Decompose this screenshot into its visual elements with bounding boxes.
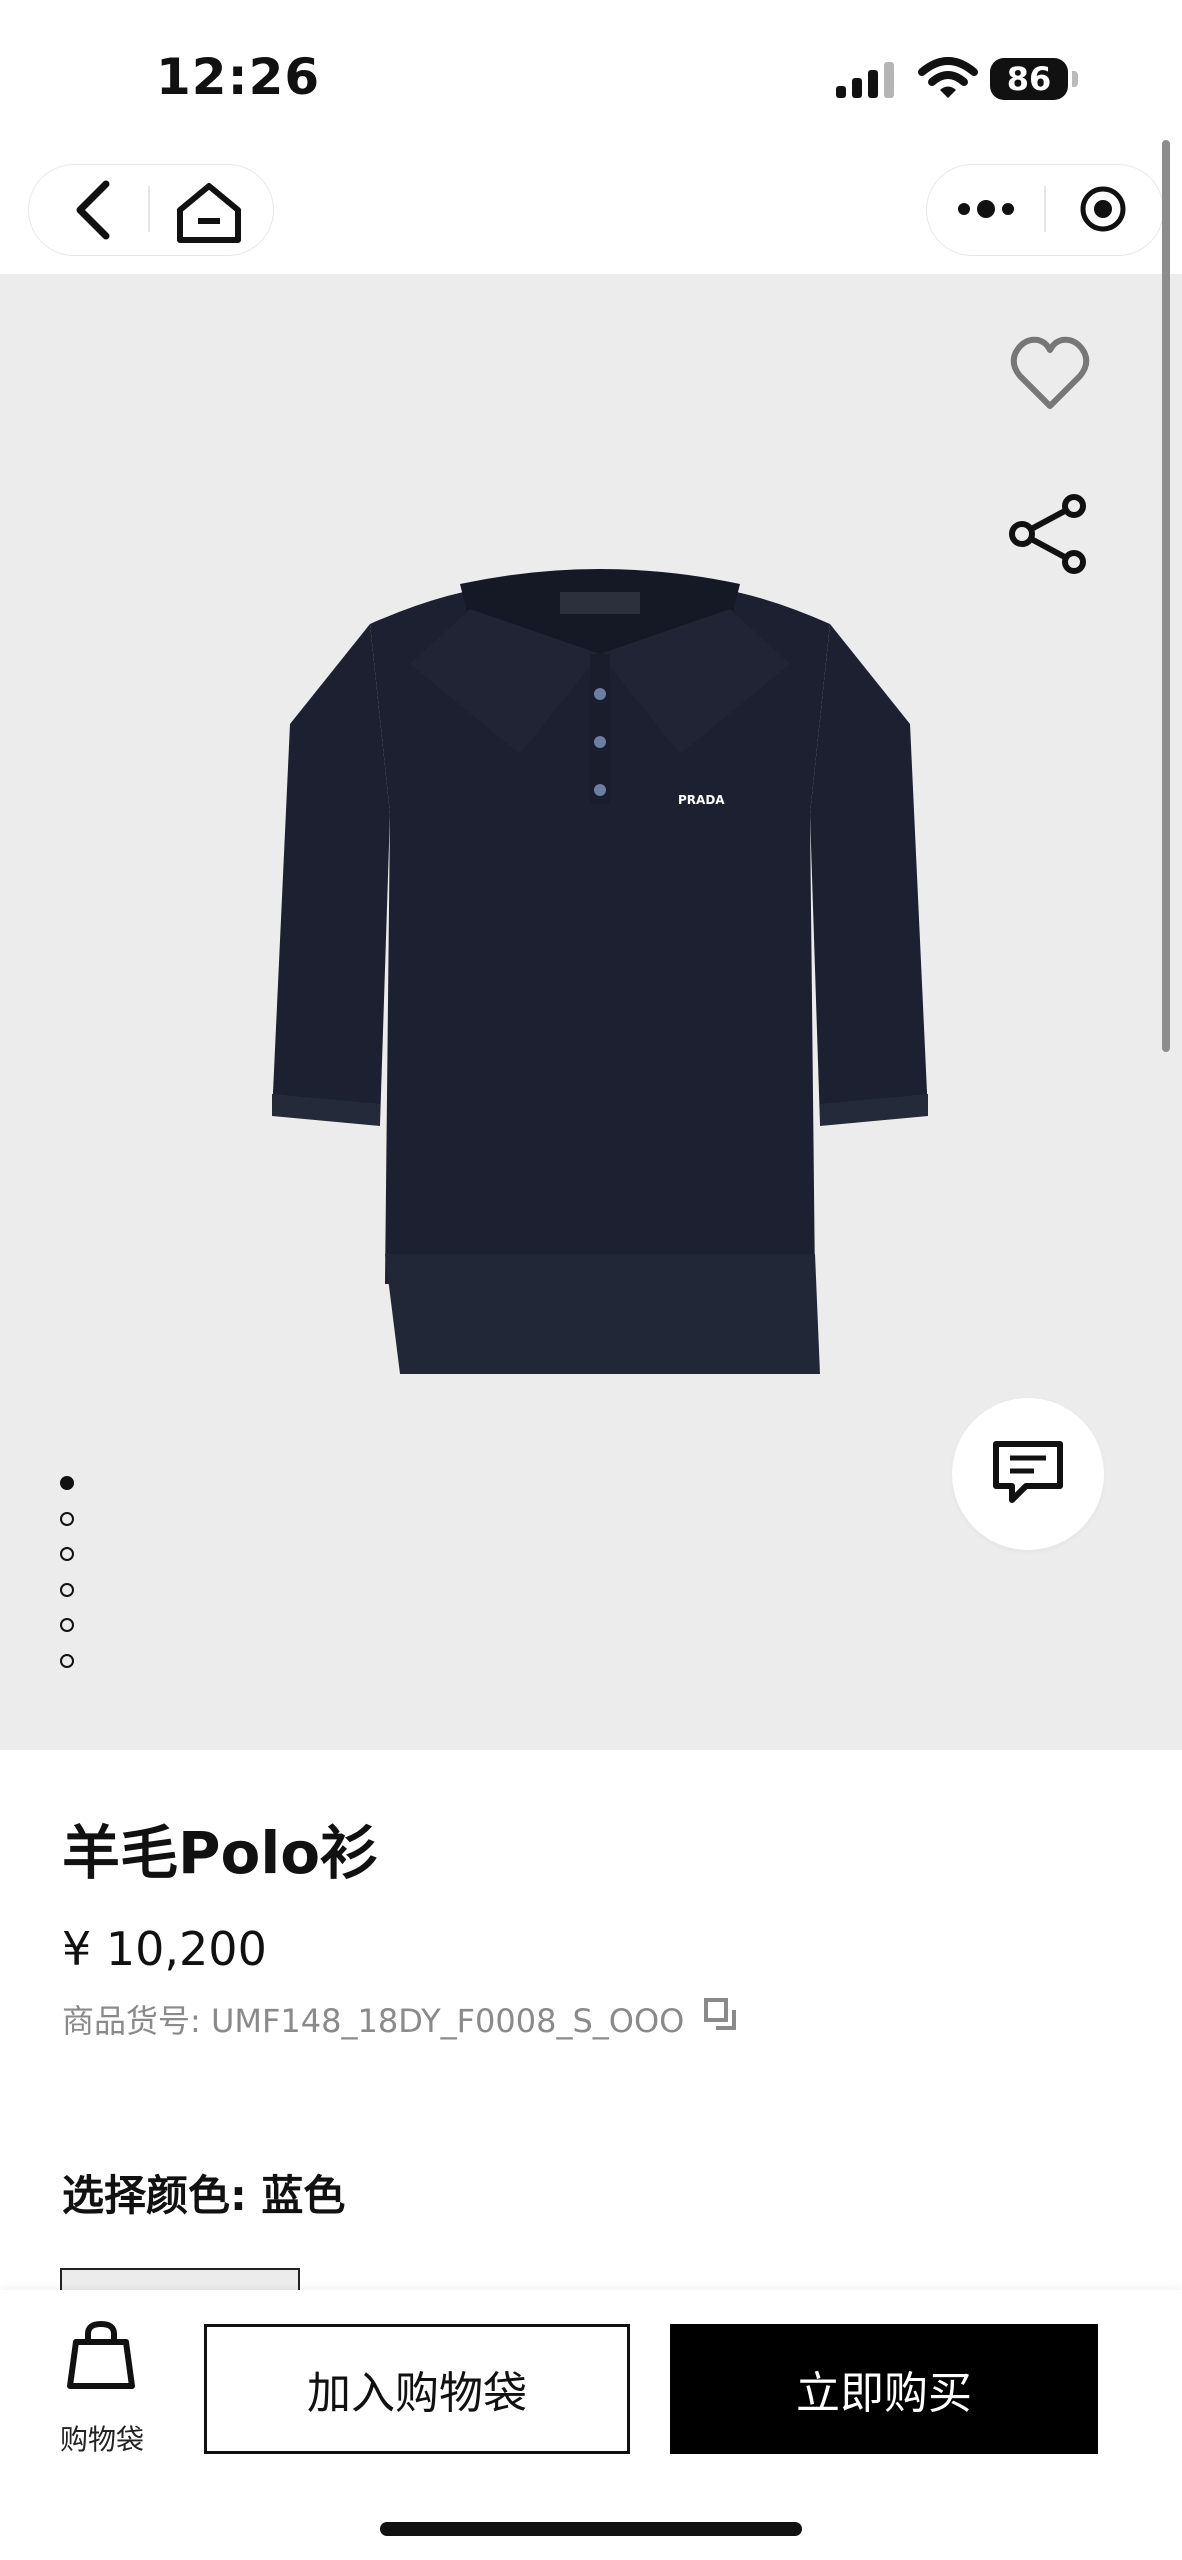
gallery-dot-2[interactable] <box>60 1512 74 1526</box>
wifi-icon <box>918 57 978 98</box>
product-price: ¥ 10,200 <box>62 1922 267 1976</box>
home-icon[interactable] <box>174 180 244 246</box>
add-to-cart-button[interactable]: 加入购物袋 <box>204 2324 630 2454</box>
home-indicator <box>380 2522 802 2536</box>
chat-button[interactable] <box>952 1398 1104 1550</box>
buy-now-button[interactable]: 立即购买 <box>670 2324 1098 2454</box>
signal-icon <box>836 62 894 98</box>
gallery-dot-4[interactable] <box>60 1583 74 1597</box>
heart-icon[interactable] <box>1010 336 1090 412</box>
product-sku: 商品货号: UMF148_18DY_F0008_S_OOO <box>62 2002 685 2040</box>
battery-icon: 86 <box>990 58 1078 100</box>
shopping-bag-icon[interactable] <box>66 2320 136 2392</box>
mini-program-close-icon[interactable] <box>1078 184 1128 234</box>
shopping-bag-label[interactable]: 购物袋 <box>60 2418 144 2458</box>
scrollbar[interactable] <box>1162 140 1170 1052</box>
gallery-dot-3[interactable] <box>60 1547 74 1561</box>
battery-level: 86 <box>1006 60 1052 98</box>
product-title: 羊毛Polo衫 <box>62 1819 379 1887</box>
status-time: 12:26 <box>156 48 321 106</box>
gallery-dot-1[interactable] <box>60 1476 74 1490</box>
product-image: PRADA <box>272 569 928 1374</box>
gallery-dot-6[interactable] <box>60 1654 74 1668</box>
share-icon[interactable] <box>1008 494 1090 574</box>
back-icon[interactable] <box>70 180 118 240</box>
copy-icon[interactable] <box>702 1996 738 2032</box>
more-icon[interactable] <box>956 196 1016 222</box>
gallery-dot-5[interactable] <box>60 1618 74 1632</box>
nav-divider-right <box>1044 186 1046 232</box>
shirt-logo: PRADA <box>678 793 725 807</box>
color-selection-label: 选择颜色: 蓝色 <box>62 2171 346 2220</box>
nav-divider <box>148 186 150 232</box>
chat-icon <box>993 1441 1063 1503</box>
